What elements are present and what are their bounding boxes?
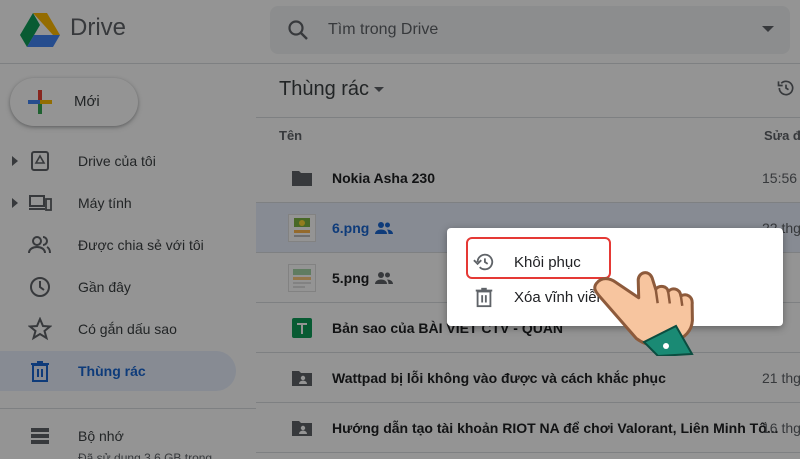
pointing-hand-icon xyxy=(593,271,694,356)
highlight-box xyxy=(466,237,611,279)
trash-icon xyxy=(475,287,493,308)
